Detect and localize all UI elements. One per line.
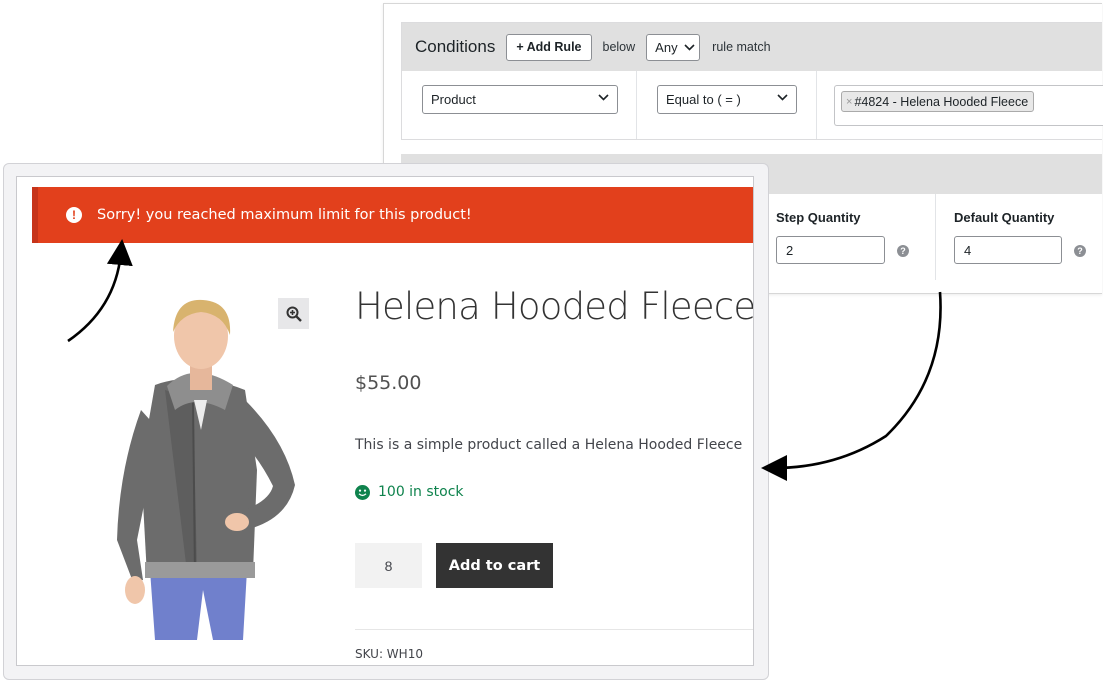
condition-operator-select[interactable]: Equal to ( = ) <box>657 85 797 114</box>
default-quantity-label: Default Quantity <box>954 210 1055 225</box>
stock-status: 100 in stock <box>355 484 464 500</box>
product-title: Helena Hooded Fleece <box>355 285 754 328</box>
exclamation-circle-icon: ! <box>66 207 82 223</box>
condition-field-select[interactable]: Product <box>422 85 618 114</box>
chevron-down-icon <box>684 43 695 51</box>
error-notice: ! Sorry! you reached maximum limit for t… <box>32 187 753 243</box>
default-quantity-input[interactable]: 4 <box>954 236 1062 264</box>
smile-icon <box>355 484 370 500</box>
column-divider <box>636 71 637 139</box>
error-notice-text: Sorry! you reached maximum limit for thi… <box>97 207 472 223</box>
token-label: #4824 - Helena Hooded Fleece <box>854 94 1029 109</box>
quantity-input[interactable]: 8 <box>355 543 422 588</box>
product-description: This is a simple product called a Helena… <box>355 437 743 453</box>
add-rule-button[interactable]: + Add Rule <box>506 33 592 61</box>
zoom-in-icon <box>286 306 302 322</box>
below-text: below <box>602 40 636 54</box>
zoom-button[interactable] <box>278 298 309 329</box>
condition-field-value: Product <box>431 92 476 107</box>
rule-match-text: rule match <box>712 40 771 54</box>
rule-match-select[interactable]: Any <box>646 33 701 61</box>
conditions-title: Conditions <box>415 37 496 56</box>
product-page: ! Sorry! you reached maximum limit for t… <box>16 176 754 666</box>
divider <box>355 629 753 630</box>
product-price: $55.00 <box>355 372 422 394</box>
condition-rule-row: Product Equal to ( = ) × #4824 - Helena … <box>402 71 1103 139</box>
chevron-down-icon <box>598 94 609 101</box>
product-image[interactable] <box>95 290 305 645</box>
conditions-box: Conditions + Add Rule below Any rule mat… <box>401 22 1103 140</box>
arrow-from-settings <box>761 291 942 481</box>
column-divider <box>816 71 817 139</box>
add-to-cart-button[interactable]: Add to cart <box>436 543 553 588</box>
rule-match-value: Any <box>655 39 678 55</box>
stock-text: 100 in stock <box>378 484 464 500</box>
step-quantity-label: Step Quantity <box>776 210 861 225</box>
condition-operator-value: Equal to ( = ) <box>666 92 741 107</box>
column-divider <box>935 194 936 280</box>
help-icon[interactable]: ? <box>897 245 909 257</box>
conditions-header: Conditions + Add Rule below Any rule mat… <box>402 23 1102 71</box>
help-icon[interactable]: ? <box>1074 245 1086 257</box>
chevron-down-icon <box>777 94 788 101</box>
token-remove-icon[interactable]: × <box>846 96 852 108</box>
product-sku: SKU: WH10 <box>355 647 423 661</box>
step-quantity-input[interactable]: 2 <box>776 236 885 264</box>
product-token-field[interactable]: × #4824 - Helena Hooded Fleece <box>834 85 1103 126</box>
product-token: × #4824 - Helena Hooded Fleece <box>841 91 1035 112</box>
